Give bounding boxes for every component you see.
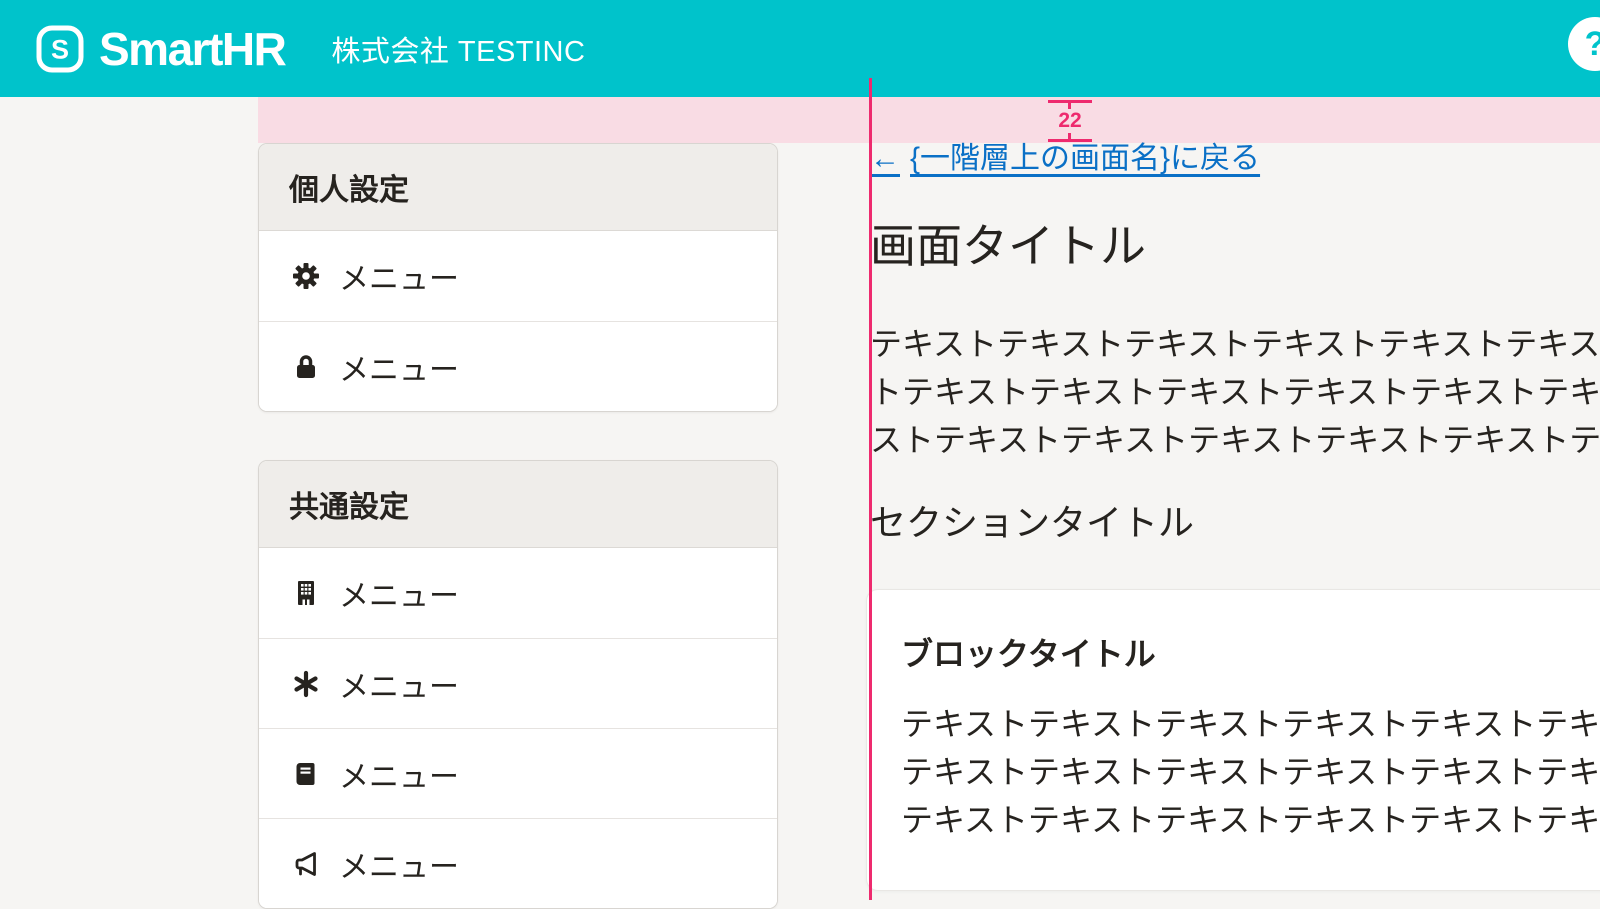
sidebar-item-common-2[interactable]: メニュー	[259, 638, 777, 728]
sidebar-item-label: メニュー	[339, 662, 459, 706]
back-arrow-icon: ←	[870, 142, 900, 175]
spacing-value-label: 22	[1055, 109, 1084, 133]
sidebar-item-label: メニュー	[339, 254, 459, 298]
sidebar-item-personal-2[interactable]: メニュー	[259, 321, 777, 411]
book-icon	[291, 759, 321, 789]
section-title-label: 共通設定	[289, 482, 409, 526]
sidebar-item-personal-1[interactable]: メニュー	[259, 231, 777, 321]
sidebar-item-common-3[interactable]: メニュー	[259, 728, 777, 818]
sidebar-item-label: メニュー	[339, 345, 459, 389]
back-link[interactable]: ← {一階層上の画面名}に戻る	[870, 140, 1260, 178]
back-link-label: {一階層上の画面名}に戻る	[910, 142, 1260, 175]
smarthr-logo-icon: S	[36, 25, 84, 73]
personal-settings-header: 個人設定	[259, 144, 777, 231]
sidebar-item-label: メニュー	[339, 752, 459, 796]
block-card: ブロックタイトル テキストテキストテキストテキストテキストテキストテキストテキス…	[866, 589, 1600, 891]
lock-icon	[291, 352, 321, 382]
layout-guide-line	[869, 78, 872, 900]
block-body-text: テキストテキストテキストテキストテキストテキストテキストテキストテキストテキスト…	[901, 700, 1600, 844]
sidebar-item-label: メニュー	[339, 571, 459, 615]
common-settings-card: 共通設定 メニュー メニュー	[258, 460, 778, 909]
intro-text: テキストテキストテキストテキストテキストテキストテキストテキストテキストテキスト…	[870, 320, 1600, 465]
sidebar-item-common-1[interactable]: メニュー	[259, 548, 777, 638]
sidebar-item-common-4[interactable]: メニュー	[259, 818, 777, 908]
asterisk-icon	[291, 669, 321, 699]
main-content: ← {一階層上の画面名}に戻る 画面タイトル テキストテキストテキストテキストテキ…	[870, 140, 1600, 891]
settings-sidebar: 個人設定 メニュー メニュー 共通	[258, 143, 778, 909]
personal-settings-card: 個人設定 メニュー メニュー	[258, 143, 778, 412]
help-icon: ?	[1585, 25, 1600, 64]
section-title-label: 個人設定	[289, 165, 409, 209]
spacing-ruler: 22	[1048, 100, 1092, 142]
company-name: 株式会社 TESTINC	[331, 28, 585, 70]
app-header: S SmartHR 株式会社 TESTINC ?	[0, 0, 1600, 97]
sidebar-item-label: メニュー	[339, 842, 459, 886]
ruler-bottom-tick	[1048, 139, 1092, 142]
gear-icon	[291, 261, 321, 291]
page-title: 画面タイトル	[870, 218, 1600, 274]
building-icon	[291, 578, 321, 608]
block-title: ブロックタイトル	[901, 634, 1600, 674]
section-title: セクションタイトル	[870, 501, 1600, 545]
megaphone-icon	[291, 849, 321, 879]
help-button[interactable]: ?	[1568, 17, 1600, 71]
svg-text:S: S	[51, 34, 69, 64]
common-settings-header: 共通設定	[259, 461, 777, 548]
brand-wordmark: SmartHR	[99, 22, 285, 76]
smarthr-logo[interactable]: S SmartHR	[36, 22, 285, 76]
spacing-highlight-band	[258, 97, 1600, 143]
